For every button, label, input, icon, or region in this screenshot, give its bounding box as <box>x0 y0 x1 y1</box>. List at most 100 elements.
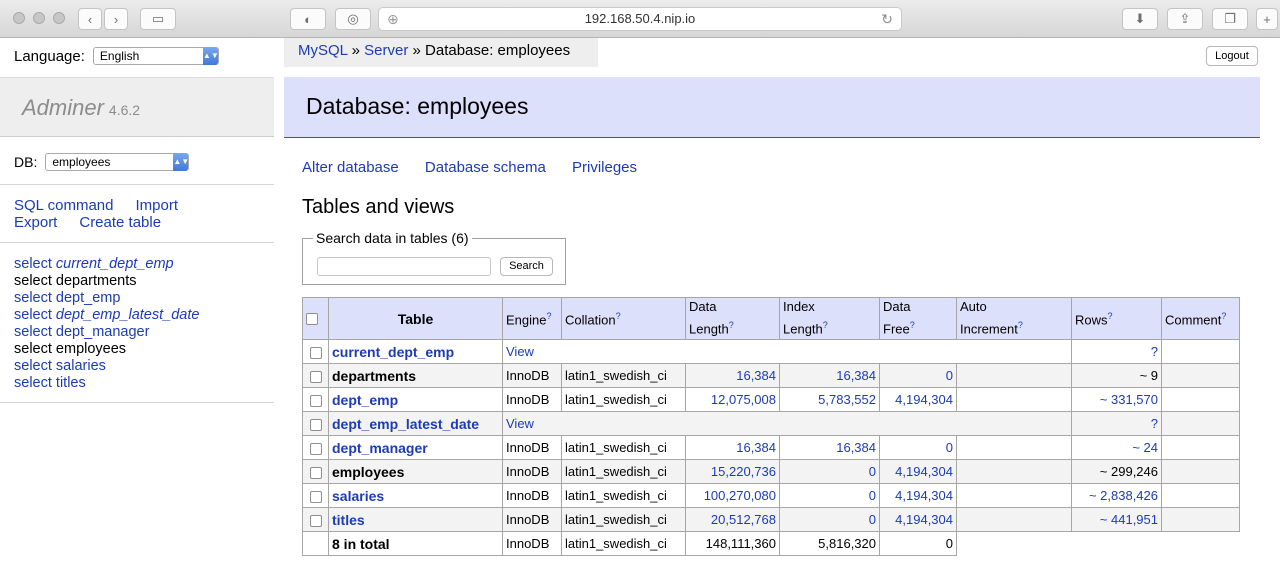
index-length-cell[interactable]: 16,384 <box>779 363 880 388</box>
index-length-cell[interactable]: 16,384 <box>779 435 880 460</box>
help-link[interactable]: ? <box>546 311 551 321</box>
reload-icon[interactable]: ↻ <box>881 8 893 30</box>
downloads-button[interactable]: ⬇ <box>1122 8 1158 30</box>
select-link[interactable]: select <box>14 273 52 289</box>
rows-cell[interactable]: ~ 2,838,426 <box>1071 483 1162 508</box>
data-free-cell[interactable]: 0 <box>879 435 957 460</box>
row-checkbox[interactable] <box>309 490 322 503</box>
tabs-overview-button[interactable]: ❐ <box>1212 8 1248 30</box>
breadcrumb-mysql[interactable]: MySQL <box>298 42 347 59</box>
table-link[interactable]: employees <box>56 341 126 357</box>
select-all-checkbox[interactable] <box>306 313 318 326</box>
db-select[interactable]: employees ▲▼ <box>45 153 190 171</box>
help-link[interactable]: ? <box>823 320 828 330</box>
share-button[interactable]: ⇪ <box>1167 8 1203 30</box>
table-name-link[interactable]: dept_manager <box>328 435 503 460</box>
table-name-link[interactable]: employees <box>328 459 503 484</box>
search-button[interactable]: Search <box>500 257 553 276</box>
alter-database-link[interactable]: Alter database <box>302 159 399 176</box>
row-checkbox[interactable] <box>309 514 322 527</box>
sidebar-item-titles[interactable]: select titles <box>14 375 199 392</box>
table-link[interactable]: dept_manager <box>56 324 150 340</box>
help-link[interactable]: ? <box>910 320 915 330</box>
row-checkbox[interactable] <box>309 418 322 431</box>
breadcrumb-server[interactable]: Server <box>364 42 408 59</box>
row-checkbox[interactable] <box>309 346 322 359</box>
data-length-cell[interactable]: 16,384 <box>685 363 780 388</box>
sidebar-toggle-button[interactable]: ▭ <box>140 8 176 30</box>
table-link[interactable]: current_dept_emp <box>56 256 174 272</box>
sidebar-item-dept-emp[interactable]: select dept_emp <box>14 290 199 307</box>
rows-cell[interactable]: ~ 331,570 <box>1071 387 1162 412</box>
extension-button[interactable]: ◎ <box>335 8 371 30</box>
table-name-link[interactable]: current_dept_emp <box>328 339 503 364</box>
sidebar-item-current-dept-emp[interactable]: select current_dept_emp <box>14 256 199 273</box>
data-length-cell[interactable]: 12,075,008 <box>685 387 780 412</box>
table-link[interactable]: dept_emp <box>56 290 121 306</box>
table-link[interactable]: salaries <box>56 358 106 374</box>
table-name-link[interactable]: titles <box>328 507 503 532</box>
help-link[interactable]: ? <box>1221 311 1226 321</box>
row-checkbox[interactable] <box>309 394 322 407</box>
table-link[interactable]: dept_emp_latest_date <box>56 307 200 323</box>
search-input[interactable] <box>317 257 491 276</box>
select-link[interactable]: select <box>14 358 52 374</box>
select-link[interactable]: select <box>14 341 52 357</box>
rows-cell[interactable]: ? <box>1071 339 1162 364</box>
help-link[interactable]: ? <box>616 311 621 321</box>
data-free-cell[interactable]: 4,194,304 <box>879 483 957 508</box>
privileges-link[interactable]: Privileges <box>572 159 637 176</box>
row-checkbox[interactable] <box>309 466 322 479</box>
sidebar-item-dept-manager[interactable]: select dept_manager <box>14 324 199 341</box>
help-link[interactable]: ? <box>729 320 734 330</box>
select-link[interactable]: select <box>14 256 52 272</box>
table-name-link[interactable]: dept_emp_latest_date <box>328 411 503 436</box>
zoom-window-icon[interactable] <box>53 12 65 24</box>
help-link[interactable]: ? <box>1108 311 1113 321</box>
language-select[interactable]: English ▲▼ <box>92 47 219 65</box>
data-length-cell[interactable]: 20,512,768 <box>685 507 780 532</box>
index-length-cell[interactable]: 0 <box>779 483 880 508</box>
minimize-window-icon[interactable] <box>33 12 45 24</box>
privacy-button[interactable]: ◐ <box>290 8 326 30</box>
data-free-cell[interactable]: 4,194,304 <box>879 459 957 484</box>
data-length-cell[interactable]: 15,220,736 <box>685 459 780 484</box>
data-free-cell[interactable]: 4,194,304 <box>879 387 957 412</box>
data-length-cell[interactable]: 100,270,080 <box>685 483 780 508</box>
select-link[interactable]: select <box>14 307 52 323</box>
table-name-link[interactable]: salaries <box>328 483 503 508</box>
rows-cell[interactable]: ? <box>1071 411 1162 436</box>
rows-cell[interactable]: ~ 441,951 <box>1071 507 1162 532</box>
data-length-cell[interactable]: 16,384 <box>685 435 780 460</box>
data-free-cell[interactable]: 0 <box>879 363 957 388</box>
table-link[interactable]: departments <box>56 273 137 289</box>
select-link[interactable]: select <box>14 290 52 306</box>
table-name-link[interactable]: dept_emp <box>328 387 503 412</box>
table-link[interactable]: titles <box>56 375 86 391</box>
address-bar[interactable]: ⊕ 192.168.50.4.nip.io ↻ <box>378 7 902 31</box>
index-length-cell[interactable]: 5,783,552 <box>779 387 880 412</box>
help-link[interactable]: ? <box>1018 320 1023 330</box>
back-button[interactable]: ‹ <box>78 8 102 30</box>
select-link[interactable]: select <box>14 375 52 391</box>
sidebar-item-salaries[interactable]: select salaries <box>14 358 199 375</box>
row-checkbox[interactable] <box>309 370 322 383</box>
new-tab-button[interactable]: + <box>1256 8 1278 30</box>
sql-command-link[interactable]: SQL command <box>14 197 114 214</box>
sidebar-item-employees[interactable]: select employees <box>14 341 199 358</box>
rows-cell[interactable]: ~ 24 <box>1071 435 1162 460</box>
database-schema-link[interactable]: Database schema <box>425 159 546 176</box>
index-length-cell[interactable]: 0 <box>779 507 880 532</box>
export-link[interactable]: Export <box>14 214 57 231</box>
logout-button[interactable]: Logout <box>1206 46 1258 66</box>
select-link[interactable]: select <box>14 324 52 340</box>
table-name-link[interactable]: departments <box>328 363 503 388</box>
data-free-cell[interactable]: 4,194,304 <box>879 507 957 532</box>
app-logo[interactable]: Adminer 4.6.2 <box>22 95 140 121</box>
new-tab-plus-icon[interactable]: ⊕ <box>387 8 399 30</box>
import-link[interactable]: Import <box>136 197 179 214</box>
close-window-icon[interactable] <box>13 12 25 24</box>
sidebar-item-departments[interactable]: select departments <box>14 273 199 290</box>
create-table-link[interactable]: Create table <box>79 214 161 231</box>
index-length-cell[interactable]: 0 <box>779 459 880 484</box>
